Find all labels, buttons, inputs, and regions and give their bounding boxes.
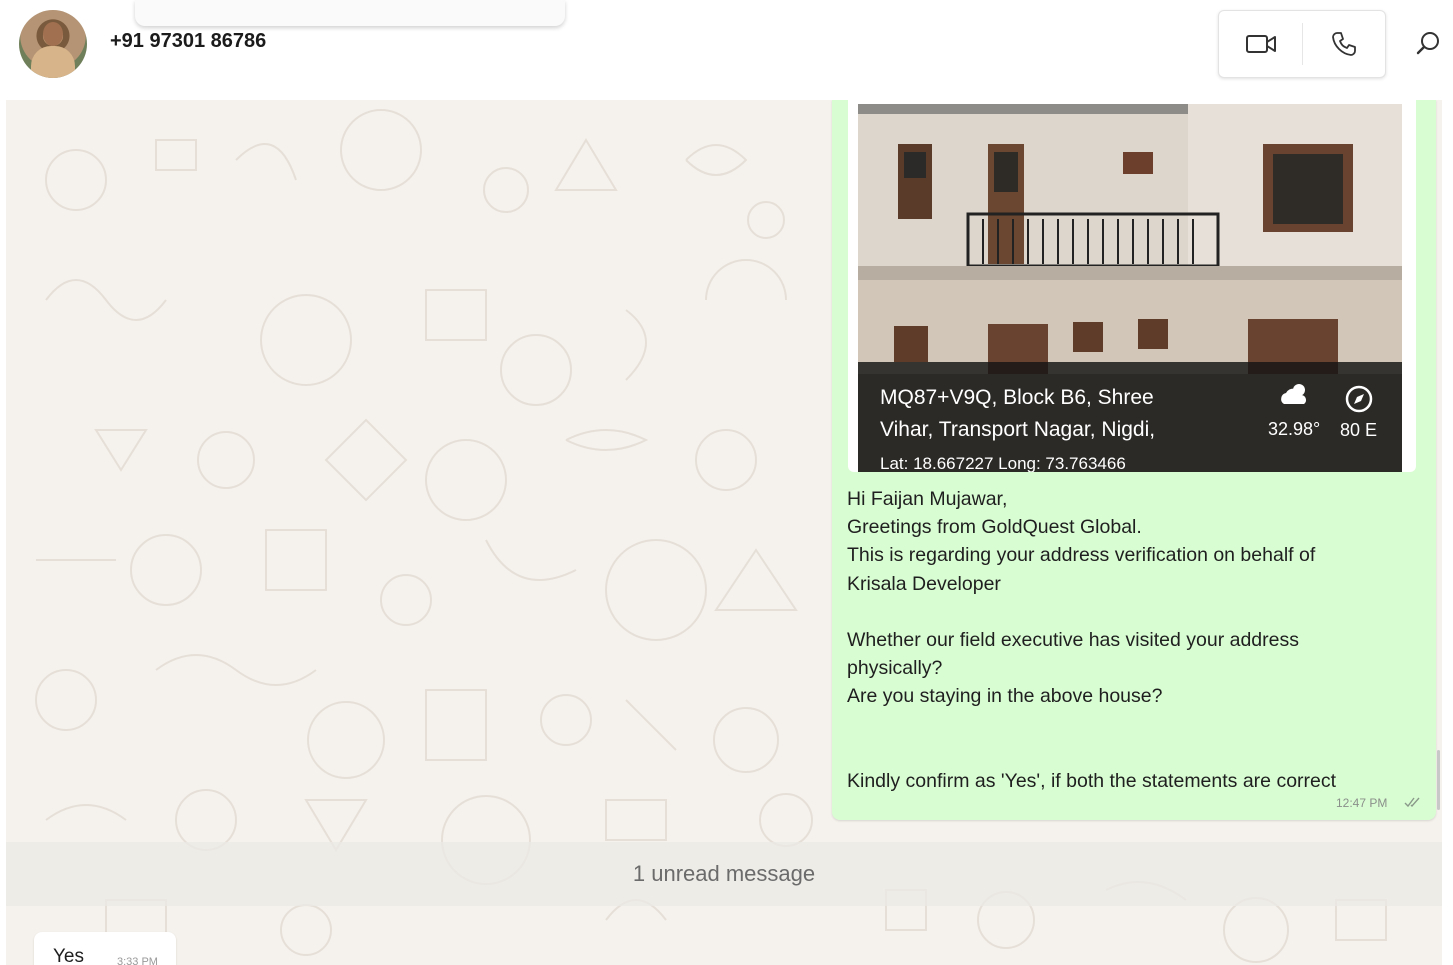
geotag-lat-long: Lat: 18.667227 Long: 73.763466: [880, 454, 1126, 472]
popup-panel-edge: [135, 0, 565, 26]
chat-scrollbar-thumb[interactable]: [1437, 750, 1440, 810]
contact-name[interactable]: +91 97301 86786: [110, 30, 266, 53]
message-line: This is regarding your address verificat…: [847, 544, 1316, 567]
photo-attachment-frame: MQ87+V9Q, Block B6, Shree Vihar, Transpo…: [848, 100, 1416, 472]
geotag-temperature: 32.98°: [1268, 419, 1321, 439]
weather-cloud-icon: [1281, 384, 1306, 404]
video-call-button[interactable]: [1219, 11, 1302, 77]
search-button[interactable]: [1408, 22, 1448, 66]
message-line: Are you staying in the above house?: [847, 685, 1163, 708]
message-line: Krisala Developer: [847, 572, 1001, 595]
message-line: Hi Faijan Mujawar,: [847, 488, 1008, 510]
outgoing-message-text: Hi Faijan Mujawar, Greetings from GoldQu…: [847, 485, 1417, 795]
message-line: physically?: [847, 657, 943, 680]
incoming-message-text: Yes: [53, 946, 84, 965]
outgoing-message-time: 12:47 PM: [1336, 796, 1388, 810]
geotag-heading: 80 E: [1340, 420, 1378, 440]
geotag-address-line-2: Vihar, Transport Nagar, Nigdi,: [880, 418, 1156, 441]
contact-avatar[interactable]: [19, 10, 87, 78]
chat-area[interactable]: MQ87+V9Q, Block B6, Shree Vihar, Transpo…: [6, 100, 1442, 965]
unread-messages-divider: 1 unread message: [6, 842, 1442, 906]
geotagged-house-photo[interactable]: MQ87+V9Q, Block B6, Shree Vihar, Transpo…: [858, 104, 1402, 472]
incoming-message-time: 3:33 PM: [117, 956, 158, 965]
message-line: Whether our field executive has visited …: [847, 629, 1299, 651]
phone-icon: [1332, 32, 1356, 56]
outgoing-message-bubble[interactable]: MQ87+V9Q, Block B6, Shree Vihar, Transpo…: [832, 100, 1436, 820]
call-button-group: [1218, 10, 1386, 78]
message-blank-lines: [847, 711, 1417, 767]
double-check-read-icon: [1404, 797, 1420, 808]
chat-header: +91 97301 86786: [0, 0, 1453, 100]
unread-messages-label: 1 unread message: [632, 861, 816, 886]
photo-geotag-overlay: MQ87+V9Q, Block B6, Shree Vihar, Transpo…: [858, 362, 1402, 472]
video-camera-icon: [1245, 35, 1276, 53]
geotag-address-line-1: MQ87+V9Q, Block B6, Shree: [880, 386, 1154, 409]
voice-call-button[interactable]: [1303, 11, 1385, 77]
message-line: Kindly confirm as 'Yes', if both the sta…: [847, 769, 1337, 792]
avatar-body: [31, 46, 75, 78]
window-right-edge: [1442, 100, 1453, 965]
compass-icon: [1345, 385, 1373, 413]
message-line: Greetings from GoldQuest Global.: [847, 516, 1142, 539]
incoming-message-bubble[interactable]: Yes 3:33 PM: [34, 932, 176, 965]
search-icon: [1416, 32, 1439, 55]
avatar-head: [43, 22, 63, 46]
